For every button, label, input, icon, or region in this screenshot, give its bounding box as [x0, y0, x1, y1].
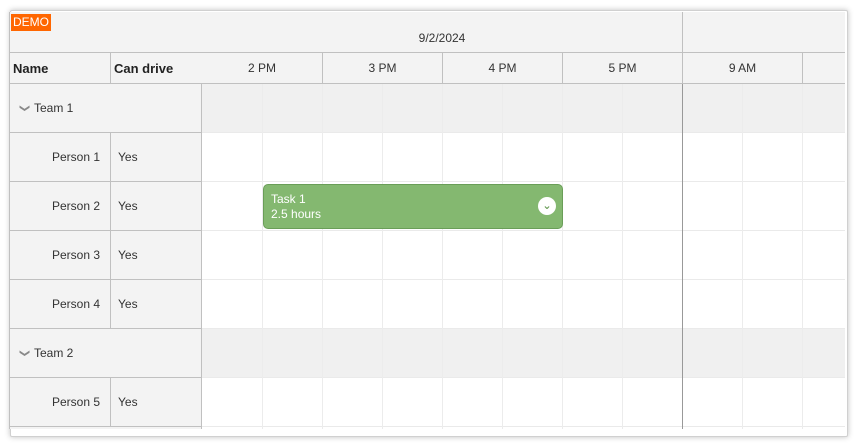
resource-name: Person 3 [10, 231, 111, 279]
grid-line [622, 84, 623, 429]
column-header-can-drive[interactable]: Can drive [111, 53, 202, 84]
resource-can-drive: Yes [118, 297, 138, 311]
hour-header: 4 PM [443, 53, 563, 84]
event-task-1[interactable]: Task 1 2.5 hours ⌄ [263, 184, 563, 229]
grid-row[interactable] [202, 133, 845, 182]
event-duration: 2.5 hours [271, 207, 322, 221]
resource-can-drive: Yes [118, 150, 138, 164]
resource-name: Person 1 [10, 133, 111, 181]
column-header-name[interactable]: Name [10, 53, 111, 84]
grid-line [442, 84, 443, 429]
hour-header: 2 PM [202, 53, 323, 84]
event-title: Task 1 [271, 192, 306, 206]
hour-header: 3 PM [323, 53, 443, 84]
grid-line [562, 84, 563, 429]
resource-name: Person 4 [10, 280, 111, 328]
hour-header: 5 PM [563, 53, 683, 84]
resource-can-drive: Yes [118, 395, 138, 409]
grid-line [382, 84, 383, 429]
grid-line [322, 84, 323, 429]
group-row-team-1[interactable]: ❯ Team 1 [10, 84, 202, 133]
scheduler-grid[interactable]: Task 1 2.5 hours ⌄ [201, 84, 845, 429]
date-header-next [683, 12, 845, 53]
resource-name: Person 5 [10, 378, 111, 426]
date-header: 9/2/2024 [202, 12, 683, 53]
time-header: 9/2/2024 2 PM 3 PM 4 PM 5 PM 9 AM [201, 12, 845, 84]
resource-can-drive: Yes [118, 248, 138, 262]
grid-line [262, 84, 263, 429]
resource-row[interactable]: Person 2 Yes [10, 182, 202, 231]
chevron-down-icon[interactable]: ❯ [10, 104, 48, 116]
hour-header: 9 AM [683, 53, 803, 84]
demo-badge: DEMO [11, 14, 51, 31]
group-row-team-2[interactable]: ❯ Team 2 [10, 329, 202, 378]
corner: DEMO [10, 12, 202, 53]
resource-row[interactable]: Person 5 Yes [10, 378, 202, 427]
grid-row[interactable] [202, 231, 845, 280]
grid-line [802, 84, 803, 429]
resource-can-drive: Yes [118, 199, 138, 213]
resource-row[interactable]: Person 1 Yes [10, 133, 202, 182]
chevron-down-icon[interactable]: ⌄ [538, 197, 556, 215]
grid-line [742, 84, 743, 429]
grid-row-group [202, 329, 845, 378]
chevron-down-icon[interactable]: ❯ [10, 349, 48, 361]
grid-row[interactable] [202, 378, 845, 427]
resource-name: Person 2 [10, 182, 111, 230]
hour-header-cut [803, 53, 845, 84]
resource-row[interactable]: Person 3 Yes [10, 231, 202, 280]
grid-row[interactable] [202, 280, 845, 329]
row-header: DEMO Name Can drive ❯ Team 1 Person 1 Yes… [9, 12, 202, 429]
grid-line [502, 84, 503, 429]
resource-row[interactable]: Person 4 Yes [10, 280, 202, 329]
day-separator [682, 84, 683, 429]
grid-row-group [202, 84, 845, 133]
